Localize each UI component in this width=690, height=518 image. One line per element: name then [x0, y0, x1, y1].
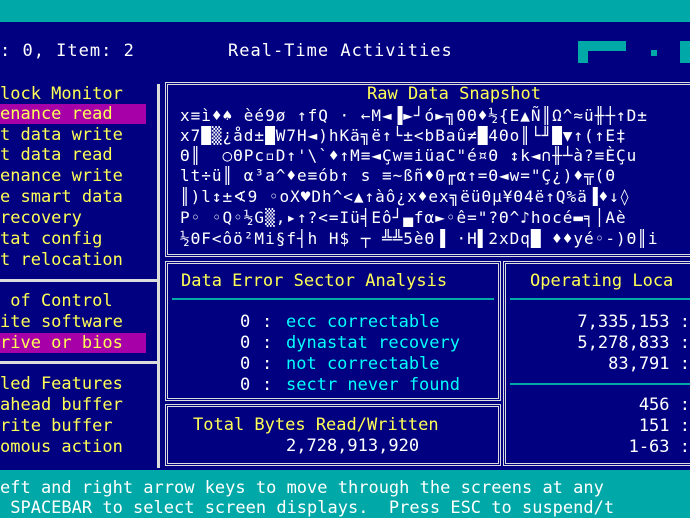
- operating-title: Operating Loca: [530, 271, 674, 291]
- error-count: 0: [240, 375, 251, 395]
- menu-item-smart-data-write[interactable]: t data write: [0, 125, 123, 145]
- operating-lower-value: 456 :: [638, 395, 690, 415]
- help-line-2: SPACEBAR to select screen displays. Pres…: [0, 498, 615, 518]
- error-label: dynastat recovery: [286, 333, 460, 353]
- raw-data-line: x≡ì♦♠ èé9ø ↑fQ · ←M◄▐►┘ó►╗ΘΘ♦½{E▲Ñ║Ω^≈ü╫…: [180, 106, 648, 125]
- help-line-1: eft and right arrow keys to move through…: [0, 478, 604, 498]
- header-decoration-stem: [578, 41, 588, 63]
- header-decoration-edge: [680, 41, 690, 63]
- left-panel-separator-1: [0, 279, 157, 282]
- page-title: Real-Time Activities: [228, 41, 453, 61]
- error-separator: :: [262, 333, 273, 353]
- menu-item-recovery[interactable]: recovery: [0, 208, 82, 228]
- raw-data-line: ½ΘF<ôö²Mi§f┤h H$ ┬ ╩╩5èΘ▐ ·H▌2xDq█ ♦♦yé◦…: [180, 229, 659, 248]
- error-analysis-title: Data Error Sector Analysis: [181, 271, 448, 291]
- error-separator: :: [262, 375, 273, 395]
- top-status-bar: [0, 0, 690, 22]
- header-decoration-dot: [651, 50, 657, 56]
- menu-item-write-software[interactable]: ite software: [0, 312, 123, 332]
- feature-lookahead-buffer: ahead buffer: [0, 395, 123, 415]
- left-panel-separator-2: [0, 361, 157, 364]
- total-bytes-value: 2,728,913,920: [286, 436, 420, 456]
- error-analysis-rule: [172, 298, 494, 300]
- error-count: 0: [240, 333, 251, 353]
- control-heading: of Control: [0, 291, 113, 311]
- raw-data-line: Θ║ ○ΘPc▫D↑'\`♦↑M≡◄Çw≡iüaC"é¤Θ ↕k◄∩╫┴à?≡È…: [180, 146, 638, 165]
- operating-lower-rule: [510, 383, 690, 385]
- operating-value: 7,335,153 :: [577, 312, 690, 332]
- error-label: ecc correctable: [286, 312, 440, 332]
- error-separator: :: [262, 354, 273, 374]
- menu-item-save-smart-data[interactable]: e smart data: [0, 187, 123, 207]
- operating-lower-value: 151 :: [638, 416, 690, 436]
- error-label: sectr never found: [286, 375, 460, 395]
- operating-lower-value: 1-63 :: [628, 437, 690, 457]
- error-separator: :: [262, 312, 273, 332]
- raw-data-line: P◦ ◦Q◦½G▒,▸↑?<=Iü╡Eô┘▄fα►◦ê="?Θ^♪hocé▬╕│…: [180, 208, 627, 227]
- raw-data-line: lt÷ü║ α³a^♦e≡ób↑ s ≡~ßñ♦Θ╓α↑=Θ◄w="Ç¿)♦╦(…: [180, 166, 616, 185]
- menu-item-dynastat-config[interactable]: tat config: [0, 229, 102, 249]
- error-label: not correctable: [286, 354, 440, 374]
- raw-data-title: Raw Data Snapshot: [367, 84, 541, 104]
- operating-rule: [510, 298, 690, 300]
- menu-item-drive-or-bios[interactable]: rive or bios: [0, 333, 146, 353]
- menu-item-maintenance-read[interactable]: enance read: [0, 104, 146, 124]
- menu-item-smart-data-read[interactable]: t data read: [0, 145, 113, 165]
- left-panel-divider: [157, 84, 160, 468]
- total-bytes-title: Total Bytes Read/Written: [193, 415, 439, 435]
- menu-item-relocation[interactable]: t relocation: [0, 250, 123, 270]
- menu-item-maintenance-write[interactable]: enance write: [0, 166, 123, 186]
- raw-data-line: ║)l↕±∢9 ◦oX♥Dh^<▲↑àô¿x♦ex╗ëüΘμ¥Θ4ë↑Q%ä▐♦…: [180, 187, 631, 206]
- operating-value: 5,278,833 :: [577, 333, 690, 353]
- features-heading: led Features: [0, 374, 123, 394]
- feature-write-buffer: rite buffer: [0, 416, 113, 436]
- item-status: : 0, Item: 2: [0, 41, 135, 61]
- feature-autonomous-action: omous action: [0, 437, 123, 457]
- raw-data-line: x7█▒¿åd±█W7H◄)hKä╗ë↑└±<bBaû≠█4Θo║└╜█▼↑(↑…: [180, 126, 627, 145]
- error-count: 0: [240, 354, 251, 374]
- total-bytes-panel: [165, 404, 501, 466]
- error-count: 0: [240, 312, 251, 332]
- operating-value: 83,791 :: [608, 354, 690, 374]
- block-monitor-heading: lock Monitor: [0, 84, 123, 104]
